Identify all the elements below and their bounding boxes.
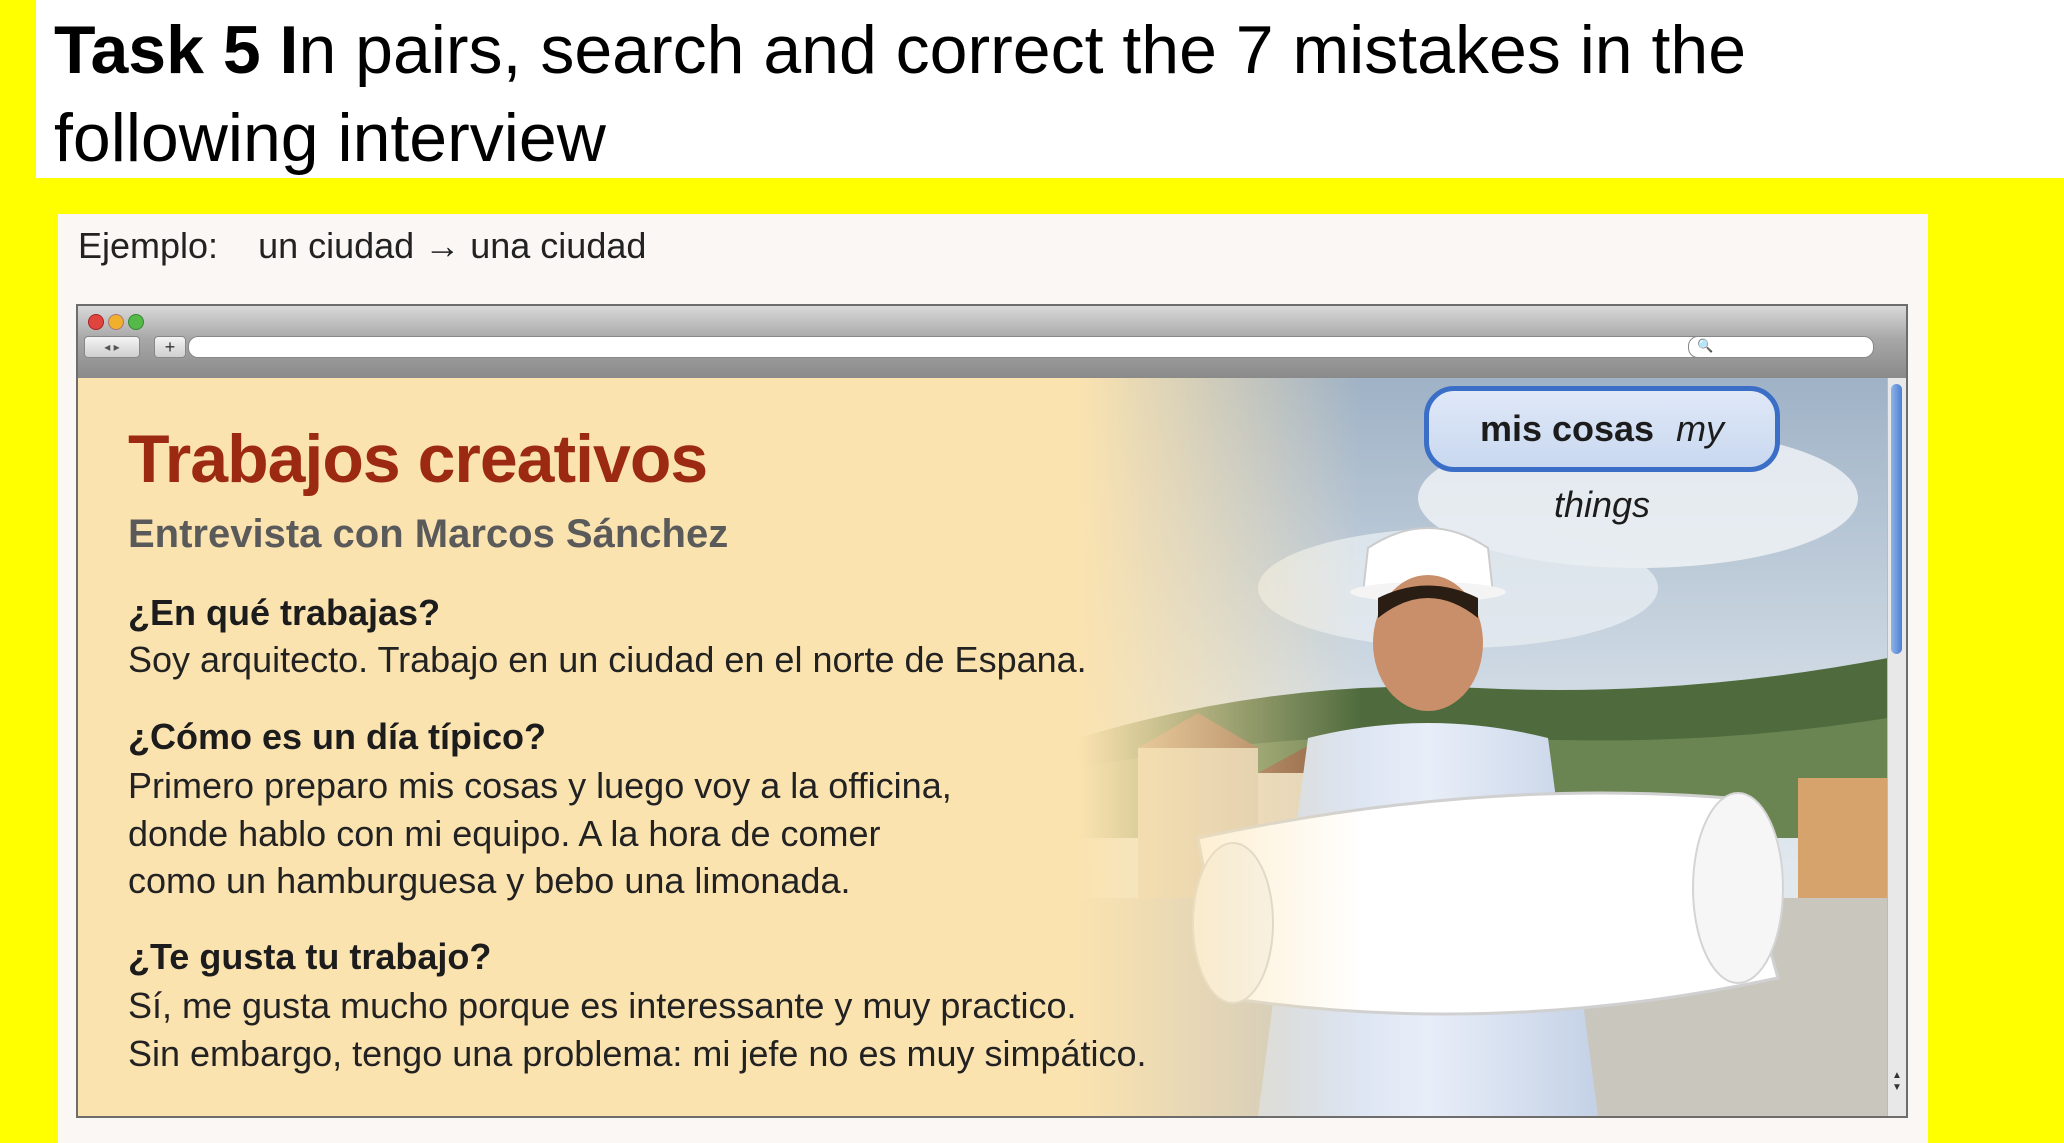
answer-2-line-2: donde hablo con mi equipo. A la hora de …	[128, 813, 881, 854]
browser-toolbar: ◂ ▸ + ↻ 🔍	[78, 306, 1906, 378]
back-forward-buttons[interactable]: ◂ ▸	[84, 336, 140, 358]
vocab-spanish: mis cosas	[1479, 408, 1655, 449]
scroll-arrows[interactable]: ▲ ▼	[1889, 1070, 1905, 1110]
answer-2-line-1: Primero preparo mis cosas y luego voy a …	[128, 765, 952, 806]
task-title-bold: Task 5 I	[54, 12, 299, 88]
scrollbar-thumb[interactable]	[1891, 384, 1902, 654]
example-wrong: un ciudad	[258, 225, 415, 266]
answer-3-line-2: Sin embargo, tengo una problema: mi jefe…	[128, 1033, 1147, 1074]
example-label: Ejemplo:	[78, 225, 219, 266]
arrow-icon: →	[424, 225, 461, 266]
search-icon: 🔍	[1697, 338, 1714, 353]
example-line: Ejemplo: un ciudad → una ciudad	[78, 222, 646, 270]
architect-photo	[1078, 378, 1888, 1116]
address-bar[interactable]: ↻	[188, 336, 1750, 358]
question-2: ¿Cómo es un día típico?	[128, 716, 547, 757]
example-correct: una ciudad	[470, 225, 647, 266]
article-title: Trabajos creativos	[128, 421, 708, 497]
vertical-scrollbar[interactable]: ▲ ▼	[1887, 378, 1906, 1116]
task-title-rest: n pairs, search and correct the 7 mistak…	[54, 12, 1747, 176]
new-tab-button[interactable]: +	[154, 336, 186, 358]
question-1: ¿En qué trabajas?	[128, 592, 441, 633]
answer-2-line-3: como un hamburguesa y bebo una limonada.	[128, 860, 851, 901]
close-window-icon[interactable]	[88, 314, 104, 330]
answer-3-line-1: Sí, me gusta mucho porque es interessant…	[128, 985, 1077, 1026]
minimize-window-icon[interactable]	[108, 314, 124, 330]
task-title: Task 5 In pairs, search and correct the …	[54, 6, 2014, 182]
maximize-window-icon[interactable]	[128, 314, 144, 330]
vocab-badge: mis cosas my things	[1424, 386, 1780, 525]
question-3: ¿Te gusta tu trabajo?	[128, 936, 492, 977]
article-subtitle: Entrevista con Marcos Sánchez	[128, 512, 729, 556]
answer-1: Soy arquitecto. Trabajo en un ciudad en …	[128, 639, 1087, 680]
search-field[interactable]: 🔍	[1688, 336, 1874, 358]
